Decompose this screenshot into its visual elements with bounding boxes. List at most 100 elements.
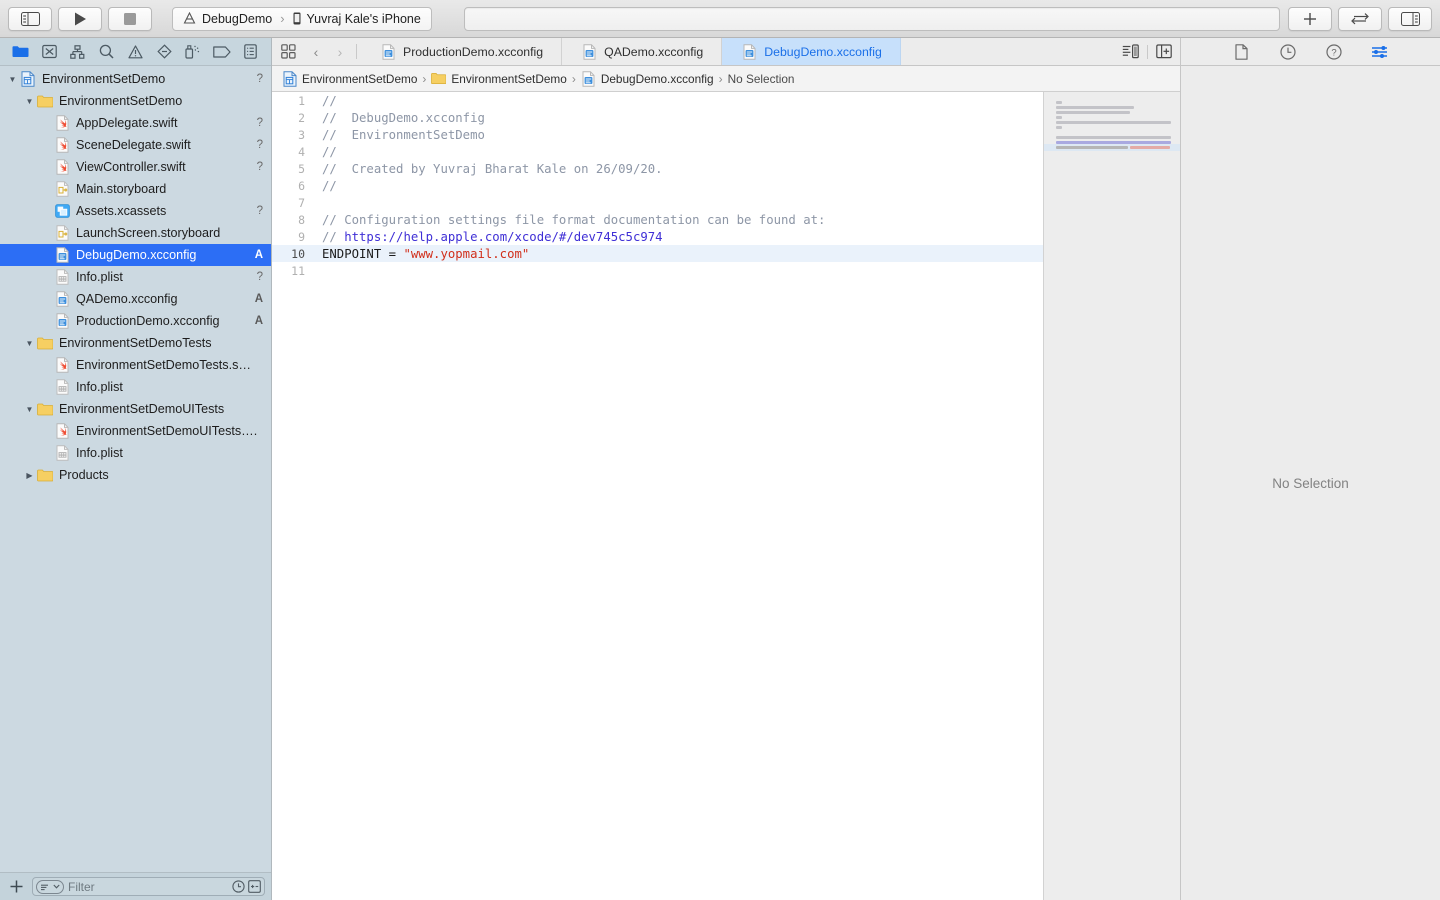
storyboard-icon <box>53 181 71 197</box>
filter-scope-icon[interactable] <box>36 879 64 894</box>
editor-tab-label: QADemo.xcconfig <box>604 44 704 59</box>
minimap[interactable] <box>1043 92 1180 900</box>
go-back-button[interactable]: ‹ <box>304 38 328 65</box>
code-line[interactable]: 9 // https://help.apple.com/xcode/#/dev74… <box>272 228 1043 245</box>
tree-item-label: Products <box>59 468 109 482</box>
plist-icon <box>53 269 71 285</box>
tree-item[interactable]: ProductionDemo.xcconfig A <box>0 310 271 332</box>
tree-item[interactable]: EnvironmentSetDemoTests.s… <box>0 354 271 376</box>
tree-item[interactable]: SceneDelegate.swift? <box>0 134 271 156</box>
code-line[interactable]: 10 ENDPOINT = "www.yopmail.com" <box>272 245 1043 262</box>
toggle-inspector-button[interactable] <box>1388 6 1432 31</box>
tree-item-label: LaunchScreen.storyboard <box>76 226 221 240</box>
toggle-navigator-button[interactable] <box>8 6 52 31</box>
file-inspector-tab[interactable] <box>1231 42 1253 62</box>
breadcrumb[interactable]: EnvironmentSetDemo › EnvironmentSetDemo › De… <box>272 66 1180 92</box>
code-line[interactable]: 5 // Created by Yuvraj Bharat Kale on 26/… <box>272 160 1043 177</box>
code-lines[interactable]: 1 // 2 // DebugDemo.xcconfig 3 // Environment… <box>272 92 1043 900</box>
editor-tab[interactable]: QADemo.xcconfig <box>562 38 723 65</box>
tree-item[interactable]: QADemo.xcconfig A <box>0 288 271 310</box>
inspector-panel: ? No Selection <box>1180 38 1440 900</box>
breadcrumb-item[interactable]: No Selection <box>728 72 795 86</box>
line-number: 4 <box>298 144 305 159</box>
breadcrumb-label: EnvironmentSetDemo <box>451 71 567 86</box>
tree-item[interactable]: ▶ Products <box>0 464 271 486</box>
disclosure-triangle-down-icon[interactable]: ▼ <box>6 75 19 84</box>
code-line[interactable]: 1 // <box>272 92 1043 109</box>
code-line[interactable]: 2 // DebugDemo.xcconfig <box>272 109 1043 126</box>
breadcrumb-item[interactable]: EnvironmentSetDemo <box>282 70 418 87</box>
line-number: 10 <box>291 246 305 261</box>
scheme-destination-control[interactable]: DebugDemo › Yuvraj Kale's iPhone <box>172 6 432 31</box>
clock-icon[interactable] <box>232 880 245 893</box>
related-items-button[interactable] <box>272 38 304 65</box>
code-line[interactable]: 4 // <box>272 143 1043 160</box>
toggle-debug-area-button[interactable] <box>1338 6 1382 31</box>
attributes-inspector-tab[interactable] <box>1369 42 1391 62</box>
tree-item[interactable]: ▼ EnvironmentSetDemo? <box>0 68 271 90</box>
filter-input[interactable]: Filter <box>32 877 265 896</box>
breadcrumb-label: EnvironmentSetDemo <box>302 71 418 86</box>
tree-item[interactable]: Info.plist? <box>0 266 271 288</box>
tree-item[interactable]: LaunchScreen.storyboard <box>0 222 271 244</box>
main-content: ▼ EnvironmentSetDemo? ▼ EnvironmentSetDemo A… <box>0 38 1440 900</box>
disclosure-triangle-right-icon[interactable]: ▶ <box>23 471 36 480</box>
code-line[interactable]: 6 // <box>272 177 1043 194</box>
add-button[interactable] <box>1288 6 1332 31</box>
tree-item[interactable]: ▼ EnvironmentSetDemo <box>0 90 271 112</box>
minimap-toggle-icon[interactable] <box>1122 44 1139 59</box>
find-navigator-tab[interactable] <box>96 42 118 62</box>
add-file-button[interactable] <box>6 879 26 894</box>
editor-tab[interactable]: DebugDemo.xcconfig <box>722 38 901 65</box>
action-divider <box>1147 44 1148 59</box>
source-control-navigator-tab[interactable] <box>38 42 60 62</box>
report-navigator-tab[interactable] <box>240 42 262 62</box>
disclosure-triangle-down-icon[interactable]: ▼ <box>23 339 36 348</box>
tree-item[interactable]: AppDelegate.swift? <box>0 112 271 134</box>
tree-item[interactable]: EnvironmentSetDemoUITests…. <box>0 420 271 442</box>
activity-status-view <box>464 6 1280 31</box>
symbol-navigator-tab[interactable] <box>67 42 89 62</box>
tree-item[interactable]: ViewController.swift? <box>0 156 271 178</box>
disclosure-triangle-down-icon[interactable]: ▼ <box>23 405 36 414</box>
editor-tab-actions <box>1122 38 1180 65</box>
run-button[interactable] <box>58 6 102 31</box>
status-badge-added: A <box>254 315 263 327</box>
breakpoint-navigator-tab[interactable] <box>211 42 233 62</box>
code-line[interactable]: 11 <box>272 262 1043 279</box>
history-inspector-tab[interactable] <box>1277 42 1299 62</box>
code-text: // DebugDemo.xcconfig <box>314 111 485 125</box>
tree-item[interactable]: ▼ EnvironmentSetDemoUITests <box>0 398 271 420</box>
tree-item[interactable]: DebugDemo.xcconfig A <box>0 244 271 266</box>
tree-item[interactable]: Assets.xcassets? <box>0 200 271 222</box>
test-navigator-tab[interactable] <box>153 42 175 62</box>
plist-icon <box>53 379 71 395</box>
tree-item[interactable]: Info.plist <box>0 376 271 398</box>
add-editor-icon[interactable] <box>1156 44 1172 59</box>
code-line[interactable]: 3 // EnvironmentSetDemo <box>272 126 1043 143</box>
breadcrumb-item[interactable]: DebugDemo.xcconfig <box>581 70 714 87</box>
quick-help-inspector-tab[interactable]: ? <box>1323 42 1345 62</box>
tree-item-label: EnvironmentSetDemo <box>42 72 166 86</box>
tree-item[interactable]: Info.plist <box>0 442 271 464</box>
issue-navigator-tab[interactable] <box>124 42 146 62</box>
tag-icon <box>212 45 231 58</box>
disclosure-triangle-down-icon[interactable]: ▼ <box>23 97 36 106</box>
project-navigator-tab[interactable] <box>9 42 31 62</box>
code-line[interactable]: 7 <box>272 194 1043 211</box>
editor-tab[interactable]: ProductionDemo.xcconfig <box>361 38 563 65</box>
tree-item[interactable]: ▼ EnvironmentSetDemoTests <box>0 332 271 354</box>
folder-icon <box>12 46 29 57</box>
tree-item[interactable]: Main.storyboard <box>0 178 271 200</box>
status-badge-added: A <box>254 249 263 261</box>
inspector-tab-bar: ? <box>1181 38 1440 66</box>
stop-button[interactable] <box>108 6 152 31</box>
breadcrumb-item[interactable]: EnvironmentSetDemo <box>431 71 567 86</box>
minimap-content <box>1044 100 1180 155</box>
code-line[interactable]: 8 // Configuration settings file format d… <box>272 211 1043 228</box>
project-file-tree[interactable]: ▼ EnvironmentSetDemo? ▼ EnvironmentSetDemo A… <box>0 66 271 872</box>
source-control-filter-icon[interactable] <box>248 880 261 893</box>
go-forward-button[interactable]: › <box>328 38 352 65</box>
code-token: // EnvironmentSetDemo <box>322 127 485 142</box>
debug-navigator-tab[interactable] <box>182 42 204 62</box>
